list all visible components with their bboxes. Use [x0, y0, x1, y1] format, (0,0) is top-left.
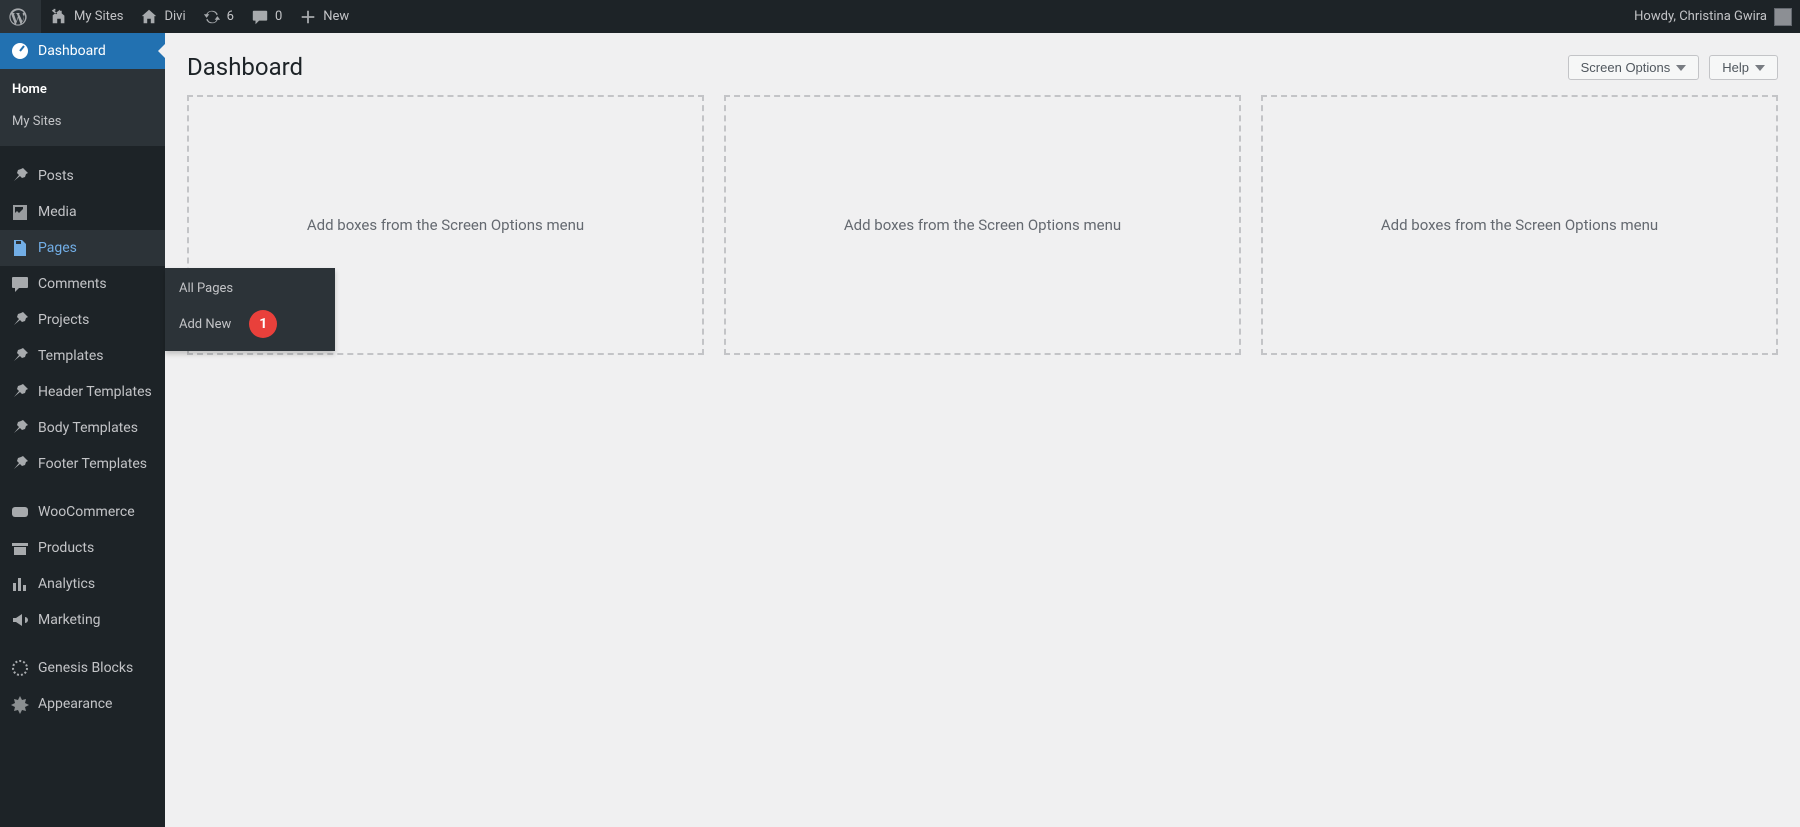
menu-marketing-label: Marketing — [38, 610, 101, 630]
my-sites-menu[interactable]: My Sites — [41, 0, 131, 33]
menu-analytics[interactable]: Analytics — [0, 566, 165, 602]
menu-marketing[interactable]: Marketing — [0, 602, 165, 638]
pin-icon — [10, 346, 30, 366]
new-label: New — [323, 9, 349, 24]
comments-count: 0 — [275, 9, 282, 24]
new-content-menu[interactable]: New — [290, 0, 357, 33]
menu-appearance-label: Appearance — [38, 694, 112, 714]
submenu-all-pages[interactable]: All Pages — [165, 274, 335, 303]
dashboard-dropzone[interactable]: Add boxes from the Screen Options menu — [1261, 95, 1778, 355]
updates-menu[interactable]: 6 — [194, 0, 242, 33]
menu-body-templates-label: Body Templates — [38, 418, 138, 438]
chevron-down-icon — [1676, 65, 1686, 71]
admin-sidebar: Dashboard Home My Sites Posts Media — [0, 33, 165, 827]
submenu-home[interactable]: Home — [0, 74, 165, 106]
blocks-icon — [10, 658, 30, 678]
menu-separator — [0, 638, 165, 650]
pages-icon — [10, 238, 30, 258]
user-greeting: Howdy, Christina Gwira — [1634, 9, 1767, 24]
dropzone-hint: Add boxes from the Screen Options menu — [307, 216, 584, 234]
site-name-label: Divi — [164, 9, 185, 24]
menu-analytics-label: Analytics — [38, 574, 95, 594]
updates-count: 6 — [227, 9, 234, 24]
help-button[interactable]: Help — [1709, 55, 1778, 80]
pin-icon — [10, 454, 30, 474]
dashboard-dropzone[interactable]: Add boxes from the Screen Options menu — [724, 95, 1241, 355]
screen-meta-buttons: Screen Options Help — [1568, 55, 1778, 80]
dashboard-icon — [10, 41, 30, 61]
menu-footer-templates[interactable]: Footer Templates — [0, 446, 165, 482]
analytics-icon — [10, 574, 30, 594]
menu-footer-templates-label: Footer Templates — [38, 454, 147, 474]
main-wrap: Dashboard Home My Sites Posts Media — [0, 33, 1800, 827]
woocommerce-icon — [10, 502, 30, 522]
menu-templates-label: Templates — [38, 346, 104, 366]
pin-icon — [10, 166, 30, 186]
menu-products-label: Products — [38, 538, 94, 558]
menu-woocommerce[interactable]: WooCommerce — [0, 494, 165, 530]
appearance-icon — [10, 694, 30, 714]
dashboard-submenu: Home My Sites — [0, 69, 165, 146]
dropzone-hint: Add boxes from the Screen Options menu — [844, 216, 1121, 234]
wordpress-logo-icon — [8, 7, 28, 27]
menu-products[interactable]: Products — [0, 530, 165, 566]
menu-comments[interactable]: Comments — [0, 266, 165, 302]
menu-posts-label: Posts — [38, 166, 74, 186]
menu-appearance[interactable]: Appearance — [0, 686, 165, 722]
admin-bar-left: My Sites Divi 6 0 New — [0, 0, 357, 33]
main-content: Dashboard Screen Options Help Add boxes … — [165, 33, 1800, 827]
menu-templates[interactable]: Templates — [0, 338, 165, 374]
menu-genesis-blocks[interactable]: Genesis Blocks — [0, 650, 165, 686]
menu-dashboard-label: Dashboard — [38, 41, 106, 61]
admin-menu: Dashboard Home My Sites Posts Media — [0, 33, 165, 722]
site-name-menu[interactable]: Divi — [131, 0, 193, 33]
home-icon — [139, 7, 159, 27]
page-title: Dashboard — [187, 53, 303, 81]
menu-projects-label: Projects — [38, 310, 89, 330]
annotation-step-1: 1 — [249, 310, 277, 338]
menu-posts[interactable]: Posts — [0, 158, 165, 194]
menu-separator — [0, 482, 165, 494]
products-icon — [10, 538, 30, 558]
submenu-add-new[interactable]: Add New 1 — [165, 303, 335, 345]
menu-dashboard[interactable]: Dashboard — [0, 33, 165, 69]
menu-pages[interactable]: Pages — [0, 230, 165, 266]
dropzone-hint: Add boxes from the Screen Options menu — [1381, 216, 1658, 234]
comments-menu[interactable]: 0 — [242, 0, 290, 33]
admin-bar: My Sites Divi 6 0 New Howdy, — [0, 0, 1800, 33]
menu-projects[interactable]: Projects — [0, 302, 165, 338]
pin-icon — [10, 310, 30, 330]
comment-icon — [10, 274, 30, 294]
menu-media[interactable]: Media — [0, 194, 165, 230]
pin-icon — [10, 418, 30, 438]
admin-bar-right[interactable]: Howdy, Christina Gwira — [1634, 8, 1792, 26]
menu-media-label: Media — [38, 202, 77, 222]
media-icon — [10, 202, 30, 222]
menu-woocommerce-label: WooCommerce — [38, 502, 135, 522]
submenu-my-sites[interactable]: My Sites — [0, 106, 165, 138]
avatar — [1774, 8, 1792, 26]
wp-logo-menu[interactable] — [0, 0, 41, 33]
dashboard-widget-columns: Add boxes from the Screen Options menu A… — [187, 95, 1778, 355]
homes-icon — [49, 7, 69, 27]
menu-body-templates[interactable]: Body Templates — [0, 410, 165, 446]
menu-genesis-label: Genesis Blocks — [38, 658, 133, 678]
menu-pages-label: Pages — [38, 238, 77, 258]
pages-flyout-submenu: All Pages Add New 1 — [165, 268, 335, 351]
main-header: Dashboard Screen Options Help — [187, 33, 1778, 95]
screen-options-button[interactable]: Screen Options — [1568, 55, 1700, 80]
chevron-down-icon — [1755, 65, 1765, 71]
my-sites-label: My Sites — [74, 9, 123, 24]
comments-icon — [250, 7, 270, 27]
megaphone-icon — [10, 610, 30, 630]
menu-separator — [0, 146, 165, 158]
updates-icon — [202, 7, 222, 27]
pin-icon — [10, 382, 30, 402]
menu-header-templates[interactable]: Header Templates — [0, 374, 165, 410]
plus-icon — [298, 7, 318, 27]
menu-header-templates-label: Header Templates — [38, 382, 152, 402]
menu-comments-label: Comments — [38, 274, 107, 294]
